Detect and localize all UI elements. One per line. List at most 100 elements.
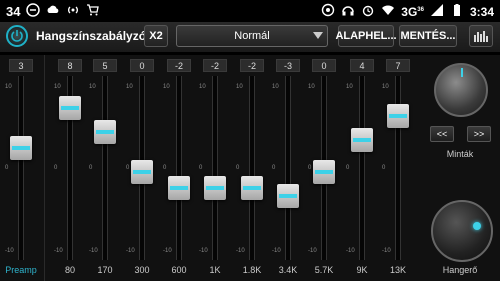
volume-dial[interactable]	[431, 200, 493, 262]
scale-tick-label: 0	[346, 165, 350, 171]
band-frequency-label: 170	[97, 265, 113, 275]
knob-indicator	[279, 194, 297, 198]
dial-indicator	[461, 68, 463, 77]
eq-band: -2 10 0 -10 600	[163, 55, 194, 281]
slider-track[interactable]	[212, 76, 218, 260]
scale-tick-label: -10	[346, 248, 355, 254]
scale-tick-label: -10	[126, 248, 135, 254]
band-value: -2	[167, 59, 191, 72]
slider-knob[interactable]	[204, 176, 226, 200]
eq-band: 7 10 0 -10 13K	[382, 55, 413, 281]
band-value: -2	[203, 59, 227, 72]
band-frequency-label: 1K	[209, 265, 221, 275]
slider-knob[interactable]	[351, 128, 373, 152]
prev-preset-button[interactable]: <<	[430, 126, 454, 142]
slider-track[interactable]	[102, 76, 108, 260]
slider-track[interactable]	[285, 76, 291, 260]
shopping-cart-icon	[86, 3, 100, 20]
wifi-icon	[381, 3, 395, 20]
equalizer-panel: 3 10 0 -10 Preamp 8 10 0 -10 80 5 10 0 -10 170 0 10 0 -10 3…	[0, 55, 500, 281]
eq-band: 5 10 0 -10 170	[89, 55, 120, 281]
slider-track[interactable]	[249, 76, 255, 260]
scale-tick-label: 0	[54, 165, 58, 171]
scale-tick-label: 0	[308, 165, 312, 171]
scale-tick-label: 0	[126, 165, 130, 171]
save-button[interactable]: MENTÉS...	[399, 25, 457, 47]
band-frequency-label: 5.7K	[314, 265, 334, 275]
preamp-label: Preamp	[5, 265, 37, 275]
power-button[interactable]	[6, 25, 28, 47]
knob-indicator	[353, 138, 371, 142]
clock: 3:34	[469, 4, 494, 19]
presets-dial[interactable]	[434, 63, 488, 117]
power-icon	[11, 30, 23, 42]
next-preset-button[interactable]: >>	[467, 126, 491, 142]
band-frequency-label: 600	[171, 265, 187, 275]
knob-indicator	[133, 170, 151, 174]
scale-tick-label: -10	[163, 248, 172, 254]
eq-band: 0 10 0 -10 5.7K	[308, 55, 339, 281]
cloud-icon	[46, 3, 60, 20]
eq-band: 8 10 0 -10 80	[54, 55, 85, 281]
slider-knob[interactable]	[131, 160, 153, 184]
scale-tick-label: 0	[236, 165, 240, 171]
divider	[44, 55, 45, 281]
slider-knob[interactable]	[94, 120, 116, 144]
scale-tick-label: -10	[236, 248, 245, 254]
preset-dropdown[interactable]: Normál	[176, 25, 328, 47]
slider-knob[interactable]	[277, 184, 299, 208]
headphones-icon	[341, 3, 355, 20]
alarm-icon	[361, 3, 375, 20]
knob-indicator	[96, 130, 114, 134]
eq-band: -2 10 0 -10 1K	[199, 55, 230, 281]
scale-tick-label: 10	[236, 84, 243, 90]
slider-knob[interactable]	[241, 176, 263, 200]
x2-button[interactable]: X2	[144, 25, 168, 47]
slider-track[interactable]	[18, 76, 24, 260]
slider-track[interactable]	[176, 76, 182, 260]
defaults-button[interactable]: ALAPHEL...	[335, 25, 397, 47]
app-notification-icon	[26, 3, 41, 20]
status-bar: 34 3G36 3:34	[0, 0, 500, 22]
scale-tick-label: 10	[272, 84, 279, 90]
presets-label: Minták	[446, 149, 474, 159]
slider-track[interactable]	[359, 76, 365, 260]
eq-band: 4 10 0 -10 9K	[346, 55, 377, 281]
band-frequency-label: 3.4K	[278, 265, 298, 275]
scale-tick-label: -10	[308, 248, 317, 254]
status-number: 34	[6, 4, 21, 19]
band-value: -2	[240, 59, 264, 72]
slider-knob[interactable]	[313, 160, 335, 184]
knob-indicator	[170, 186, 188, 190]
slider-knob[interactable]	[10, 136, 32, 160]
scale-tick-label: 10	[199, 84, 206, 90]
scale-tick-label: 10	[5, 84, 12, 90]
band-frequency-label: 300	[134, 265, 150, 275]
scale-tick-label: -10	[199, 248, 208, 254]
band-value: 3	[9, 59, 33, 72]
nfc-icon	[321, 3, 335, 20]
toolbar: Hangszínszabályzó X2 Normál ALAPHEL... M…	[0, 22, 500, 52]
scale-tick-label: 0	[5, 165, 9, 171]
preamp-slider: 3 10 0 -10 Preamp	[5, 55, 37, 281]
scale-tick-label: 0	[163, 165, 167, 171]
slider-knob[interactable]	[59, 96, 81, 120]
preset-value: Normál	[234, 30, 270, 42]
scale-tick-label: 10	[163, 84, 170, 90]
scale-tick-label: -10	[5, 248, 14, 254]
scale-tick-label: 10	[54, 84, 61, 90]
eq-band: 0 10 0 -10 300	[126, 55, 157, 281]
scale-tick-label: 0	[382, 165, 386, 171]
band-value: 8	[58, 59, 82, 72]
visualizer-button[interactable]	[469, 25, 493, 47]
eq-band: -3 10 0 -10 3.4K	[272, 55, 303, 281]
scale-tick-label: -10	[272, 248, 281, 254]
band-value: 7	[386, 59, 410, 72]
volume-label: Hangerő	[442, 265, 478, 275]
scale-tick-label: 10	[126, 84, 133, 90]
slider-knob[interactable]	[387, 104, 409, 128]
band-frequency-label: 80	[64, 265, 75, 275]
slider-knob[interactable]	[168, 176, 190, 200]
knob-indicator	[315, 170, 333, 174]
scale-tick-label: 0	[199, 165, 203, 171]
